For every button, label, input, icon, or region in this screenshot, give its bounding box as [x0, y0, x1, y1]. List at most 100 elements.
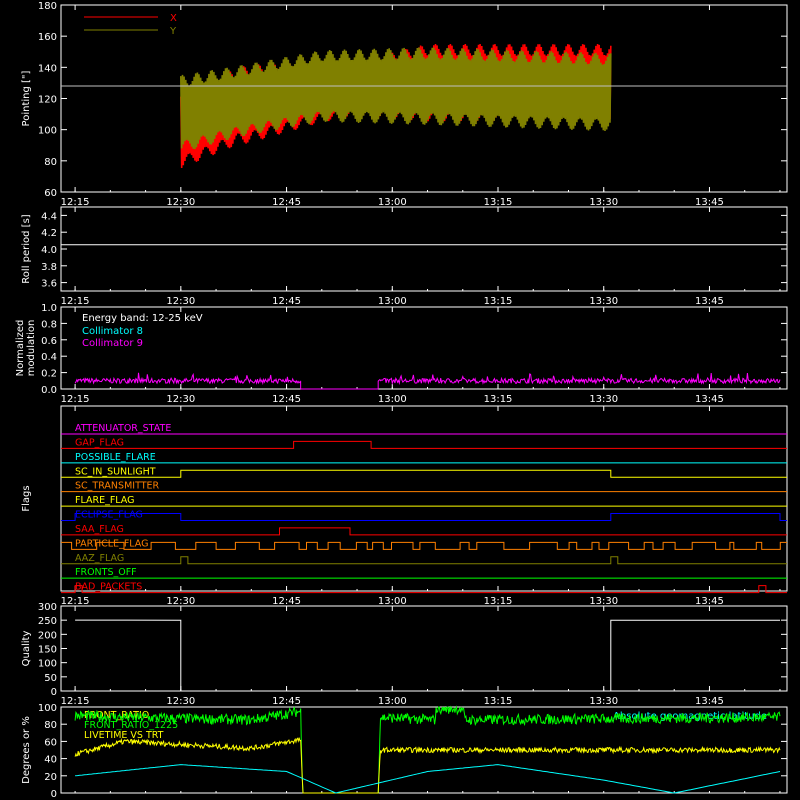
quality-xtick-label: 12:15: [61, 696, 90, 707]
flag-line-sc-in-sunlight: [61, 469, 787, 478]
flag-line-saa-flag: [61, 527, 787, 536]
quality-ytick-label: 50: [44, 673, 57, 684]
flag-line-gap-flag: [61, 440, 787, 449]
flag-line-eclipse-flag: [61, 513, 787, 521]
modulation-ylabel: modulation: [26, 320, 37, 377]
quality-ytick-label: 100: [38, 659, 57, 670]
roll-xtick-label: 12:30: [166, 296, 195, 307]
pointing-ytick-label: 100: [38, 126, 57, 137]
modulation-xtick-label: 13:15: [484, 394, 513, 405]
modulation-series-collimator-9: [74, 372, 781, 386]
roll-ytick-label: 4.4: [41, 211, 57, 222]
pointing-ytick-label: 160: [38, 32, 57, 43]
flag-label-fronts-off: FRONTS_OFF: [75, 567, 137, 578]
ratios-ytick-label: 100: [38, 703, 57, 714]
flags-xtick-label: 12:15: [61, 596, 90, 607]
flag-line-bad-packets: [61, 585, 787, 594]
ratios-ytick-label: 0: [51, 789, 57, 800]
roll-panel: 12:15 12:30 12:45 13:00 13:15 13:30 13:45 3.6 3.…: [21, 206, 788, 307]
pointing-panel: 12:15 12:30 12:45 13:00 13:15 13:30 13:45 60 80 1…: [21, 1, 788, 208]
flags-xtick-label: 12:45: [272, 596, 301, 607]
pointing-legend-x: X: [170, 13, 177, 24]
modulation-energy-band: Energy band: 12-25 keV: [82, 313, 203, 324]
roll-xtick-label: 13:15: [484, 296, 513, 307]
roll-ytick-label: 4.0: [41, 245, 57, 256]
flag-line-particle-flag: [61, 541, 787, 550]
flags-xtick-label: 13:15: [484, 596, 513, 607]
ratios-ytick-label: 20: [44, 772, 57, 783]
pointing-ylabel: Pointing ["]: [21, 70, 32, 126]
flag-label-attenuator-state: ATTENUATOR_STATE: [75, 423, 171, 434]
pointing-xtick-label: 12:45: [272, 197, 301, 208]
modulation-panel: 12:15 12:30 12:45 13:00 13:15 13:30 13:45 0.0 0.…: [15, 303, 788, 405]
modulation-xtick-label: 12:15: [61, 394, 90, 405]
ratios-ytick-label: 80: [44, 720, 57, 731]
modulation-legend-0: Collimator 8: [82, 326, 143, 337]
flag-label-possible-flare: POSSIBLE_FLARE: [75, 452, 156, 463]
chart-canvas: 12:15 12:30 12:45 13:00 13:15 13:30 13:45 60 80 1…: [15, 1, 788, 800]
pointing-ytick-label: 140: [38, 63, 57, 74]
modulation-ytick-label: 0.0: [41, 385, 57, 396]
modulation-ytick-label: 0.6: [41, 336, 57, 347]
quality-xtick-label: 12:30: [166, 696, 195, 707]
flags-xtick-label: 13:00: [378, 596, 407, 607]
roll-xtick-label: 12:45: [272, 296, 301, 307]
modulation-ytick-label: 0.2: [41, 369, 57, 380]
pointing-series-y: [180, 47, 612, 150]
quality-xtick-label: 13:00: [378, 696, 407, 707]
flags-xtick-label: 13:30: [589, 596, 618, 607]
modulation-xtick-label: 13:45: [695, 394, 724, 405]
ratios-ytick-label: 40: [44, 755, 57, 766]
ratios-ytick-label: 60: [44, 737, 57, 748]
quality-panel: 12:15 12:30 12:45 13:00 13:15 13:30 13:45 0 50 10…: [21, 602, 788, 707]
flag-line-aaz-flag: [61, 556, 787, 565]
ratios-series-absolute-geomagnetic-latitude: [75, 764, 781, 794]
quality-ytick-label: 200: [38, 630, 57, 641]
pointing-ytick-label: 120: [38, 95, 57, 106]
flag-label-saa-flag: SAA_FLAG: [75, 524, 124, 535]
ratios-series-front-ratio: [74, 737, 781, 794]
modulation-ytick-label: 0.4: [41, 352, 57, 363]
modulation-xtick-label: 12:45: [272, 394, 301, 405]
flags-xtick-label: 12:30: [166, 596, 195, 607]
quality-frame: [60, 605, 788, 692]
ratios-ylabel: Degrees or %: [21, 716, 32, 784]
roll-xtick-label: 13:30: [589, 296, 618, 307]
quality-ylabel: Quality: [21, 631, 32, 667]
flag-label-gap-flag: GAP_FLAG: [75, 437, 124, 448]
pointing-xtick-label: 13:45: [695, 197, 724, 208]
roll-ytick-label: 4.2: [41, 228, 57, 239]
modulation-legend-1: Collimator 9: [82, 338, 143, 349]
quality-xtick-label: 13:15: [484, 696, 513, 707]
flag-label-eclipse-flag: ECLIPSE_FLAG: [75, 510, 143, 521]
quality-xtick-label: 13:45: [695, 696, 724, 707]
roll-ytick-label: 3.8: [41, 262, 57, 273]
pointing-legend-y: Y: [169, 26, 177, 37]
flags-xtick-label: 13:45: [695, 596, 724, 607]
roll-ytick-label: 3.6: [41, 279, 57, 290]
roll-xtick-label: 13:00: [378, 296, 407, 307]
pointing-xtick-label: 13:15: [484, 197, 513, 208]
flag-label-sc-in-sunlight: SC_IN_SUNLIGHT: [75, 466, 156, 477]
flags-ylabel: Flags: [21, 485, 32, 511]
ratios-panel: 020406080100Degrees or %FRONT_RATIOFRONT…: [21, 703, 788, 800]
pointing-xtick-label: 13:00: [378, 197, 407, 208]
pointing-ytick-label: 80: [44, 157, 57, 168]
modulation-ylabel: Normalized: [15, 320, 26, 377]
roll-frame: [60, 206, 788, 292]
quality-series: [75, 619, 780, 692]
flag-label-flare-flag: FLARE_FLAG: [75, 495, 135, 506]
modulation-xtick-label: 13:30: [589, 394, 618, 405]
ratios-legend-2: LIVETIME VS TRT: [84, 730, 164, 741]
roll-xtick-label: 12:15: [61, 296, 90, 307]
quality-ytick-label: 250: [38, 616, 57, 627]
modulation-xtick-label: 12:30: [166, 394, 195, 405]
modulation-xtick-label: 13:00: [378, 394, 407, 405]
roll-ylabel: Roll period [s]: [21, 214, 32, 283]
quality-xtick-label: 12:45: [272, 696, 301, 707]
flag-label-particle-flag: PARTICLE_FLAG: [75, 538, 148, 549]
flags-panel: 12:15 12:30 12:45 13:00 13:15 13:30 13:45 Flags…: [21, 405, 788, 607]
quality-ytick-label: 0: [51, 687, 57, 698]
pointing-xtick-label: 13:30: [589, 197, 618, 208]
flag-label-bad-packets: BAD_PACKETS: [75, 582, 142, 593]
